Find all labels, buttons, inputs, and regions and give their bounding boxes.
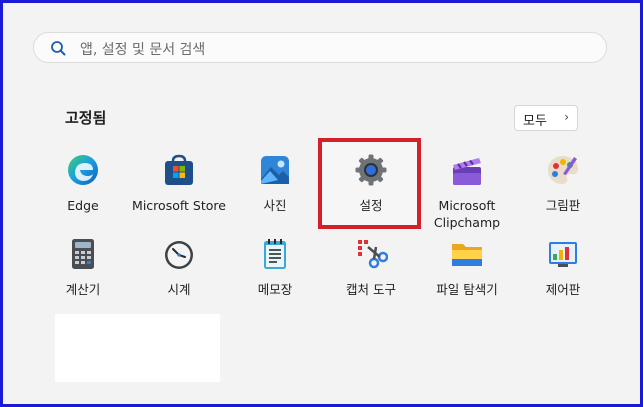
blank-panel	[55, 314, 220, 382]
chevron-right-icon: ›	[564, 110, 569, 124]
snipping-tool-icon	[358, 240, 389, 269]
store-icon	[165, 154, 193, 185]
app-label: 메모장	[257, 282, 293, 297]
folder-icon	[452, 244, 482, 266]
app-label: 제어판	[545, 282, 581, 297]
all-apps-label: 모두	[523, 114, 547, 129]
search-icon	[51, 41, 66, 56]
app-tile-file-explorer[interactable]: 파일 탐색기	[419, 237, 515, 298]
gear-icon	[355, 154, 387, 186]
search-box[interactable]: 앱, 설정 및 문서 검색	[33, 32, 607, 63]
app-tile-edge[interactable]: Edge	[35, 153, 131, 214]
clipchamp-icon	[453, 158, 481, 185]
paint-icon	[548, 156, 578, 184]
app-label: 계산기	[65, 282, 101, 297]
all-apps-button[interactable]: 모두 ›	[514, 105, 578, 131]
app-label: Microsoft Store	[132, 198, 226, 213]
app-label: 시계	[167, 282, 191, 297]
control-panel-icon	[549, 242, 577, 267]
app-label: 캡처 도구	[346, 282, 396, 297]
app-label: 설정	[359, 198, 383, 213]
app-tile-photos[interactable]: 사진	[227, 153, 323, 214]
app-tile-snipping-tool[interactable]: 캡처 도구	[323, 237, 419, 298]
app-label: Edge	[67, 198, 99, 213]
edge-icon	[68, 155, 98, 185]
app-tile-notepad[interactable]: 메모장	[227, 237, 323, 298]
app-label: 사진	[263, 198, 287, 213]
calculator-icon	[72, 239, 94, 269]
start-menu: 앱, 설정 및 문서 검색 고정됨 모두 › Edge Microsoft St…	[0, 0, 643, 407]
app-tile-clock[interactable]: 시계	[131, 237, 227, 298]
app-label: Microsoft Clipchamp	[419, 197, 515, 231]
clock-icon	[165, 241, 193, 269]
app-tile-clipchamp[interactable]: Microsoft Clipchamp	[419, 153, 515, 231]
app-tile-paint[interactable]: 그림판	[515, 153, 611, 214]
pinned-title: 고정됨	[65, 109, 107, 127]
notepad-icon	[264, 239, 286, 269]
app-label: 그림판	[545, 198, 581, 213]
search-placeholder: 앱, 설정 및 문서 검색	[80, 42, 206, 58]
app-tile-settings[interactable]: 설정	[323, 153, 419, 214]
app-tile-microsoft-store[interactable]: Microsoft Store	[131, 153, 227, 214]
app-label: 파일 탐색기	[436, 282, 498, 297]
app-label-line1: Microsoft	[438, 198, 496, 213]
photos-icon	[261, 156, 289, 184]
app-tile-control-panel[interactable]: 제어판	[515, 237, 611, 298]
app-label-line2: Clipchamp	[433, 215, 501, 230]
app-tile-calculator[interactable]: 계산기	[35, 237, 131, 298]
